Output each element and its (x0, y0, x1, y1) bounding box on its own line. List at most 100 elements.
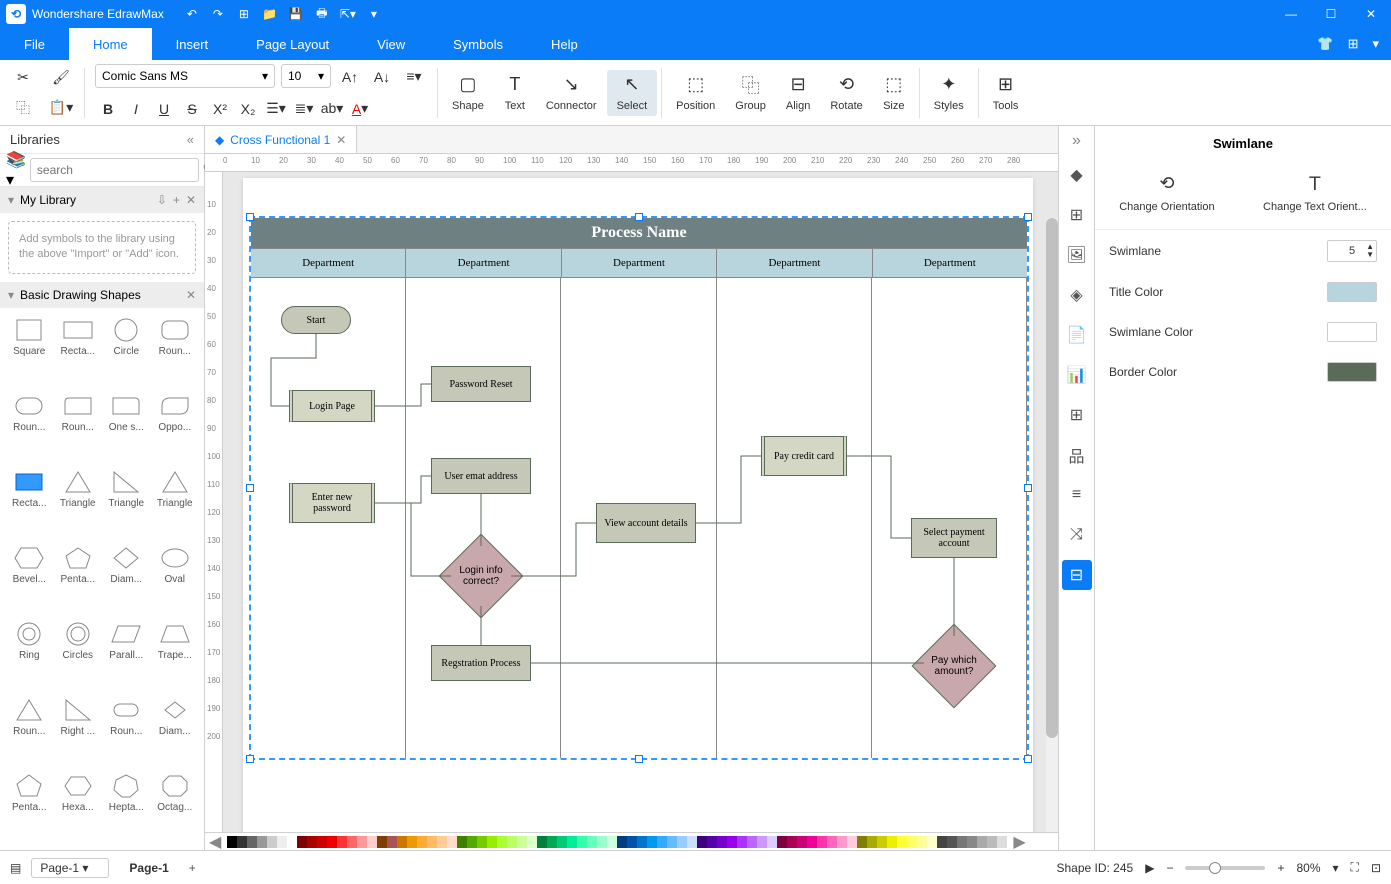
superscript-icon[interactable]: X² (207, 96, 233, 122)
size-tool[interactable]: ⬚Size (873, 70, 915, 116)
position-tool[interactable]: ⬚Position (666, 70, 725, 116)
color-swatch[interactable] (397, 836, 407, 848)
color-swatch[interactable] (757, 836, 767, 848)
document-tab[interactable]: ◆ Cross Functional 1 ✕ (205, 126, 357, 153)
shape-item[interactable]: Penta... (6, 770, 53, 844)
color-swatch[interactable] (357, 836, 367, 848)
color-swatch[interactable] (367, 836, 377, 848)
connector-tool[interactable]: ↘Connector (536, 70, 607, 116)
paste-icon[interactable]: 📋▾ (48, 95, 74, 121)
color-swatch[interactable] (527, 836, 537, 848)
underline-icon[interactable]: U (151, 96, 177, 122)
apps-icon[interactable]: ⊞ (1348, 36, 1359, 52)
color-swatch[interactable] (537, 836, 547, 848)
color-swatch[interactable] (617, 836, 627, 848)
basic-shapes-section[interactable]: ▾ Basic Drawing Shapes ✕ (0, 282, 204, 308)
swimlane-header[interactable]: Department (251, 249, 406, 277)
decrease-font-icon[interactable]: A↓ (369, 64, 395, 90)
color-swatch[interactable] (927, 836, 937, 848)
shape-item[interactable]: Triangle (103, 466, 150, 540)
color-swatch[interactable] (447, 836, 457, 848)
page-list-icon[interactable]: ▤ (10, 861, 21, 875)
color-swatch[interactable] (427, 836, 437, 848)
font-color-icon[interactable]: A▾ (347, 96, 373, 122)
shape-item[interactable]: Circle (103, 314, 150, 388)
zoom-level[interactable]: 80% (1296, 861, 1320, 875)
color-swatch[interactable] (477, 836, 487, 848)
grid-icon[interactable]: ⊞ (1062, 200, 1092, 230)
swimlane-header[interactable]: Department (562, 249, 717, 277)
library-menu-icon[interactable]: 📚▾ (6, 159, 26, 181)
color-swatch[interactable] (777, 836, 787, 848)
password-reset-shape[interactable]: Password Reset (431, 366, 531, 402)
shuffle-icon[interactable]: ⤨ (1062, 520, 1092, 550)
shape-item[interactable]: Oppo... (152, 390, 199, 464)
color-swatch[interactable] (607, 836, 617, 848)
layers-icon[interactable]: ◈ (1062, 280, 1092, 310)
increase-font-icon[interactable]: A↑ (337, 64, 363, 90)
color-swatch[interactable] (957, 836, 967, 848)
color-swatch[interactable] (557, 836, 567, 848)
shape-item[interactable]: Roun... (6, 694, 53, 768)
print-icon[interactable]: 🖶 (314, 6, 330, 22)
shape-item[interactable]: Roun... (103, 694, 150, 768)
color-swatch[interactable] (597, 836, 607, 848)
color-swatch[interactable] (737, 836, 747, 848)
more-icon[interactable]: ▾ (366, 6, 382, 22)
color-swatch[interactable] (947, 836, 957, 848)
collapse-right-icon[interactable]: » (1072, 132, 1081, 150)
enter-password-shape[interactable]: Enter new password (289, 483, 375, 523)
shape-item[interactable]: Ring (6, 618, 53, 692)
color-swatch[interactable] (507, 836, 517, 848)
color-swatch[interactable] (247, 836, 257, 848)
pay-credit-shape[interactable]: Pay credit card (761, 436, 847, 476)
selection-handle[interactable] (1024, 755, 1032, 763)
vertical-scrollbar[interactable] (1046, 218, 1058, 832)
close-section-icon[interactable]: ✕ (186, 288, 196, 302)
shape-item[interactable]: Roun... (6, 390, 53, 464)
menu-file[interactable]: File (0, 28, 69, 60)
color-swatch[interactable] (327, 836, 337, 848)
close-tab-icon[interactable]: ✕ (336, 133, 346, 147)
color-swatch[interactable] (297, 836, 307, 848)
color-swatch[interactable] (707, 836, 717, 848)
color-swatch[interactable] (497, 836, 507, 848)
login-page-shape[interactable]: Login Page (289, 390, 375, 422)
color-swatch[interactable] (807, 836, 817, 848)
shape-item[interactable]: Roun... (55, 390, 102, 464)
color-swatch[interactable] (307, 836, 317, 848)
swimlane-header[interactable]: Department (717, 249, 872, 277)
shape-item[interactable]: Recta... (6, 466, 53, 540)
menu-insert[interactable]: Insert (152, 28, 233, 60)
shape-item[interactable]: Roun... (152, 314, 199, 388)
color-swatch[interactable] (587, 836, 597, 848)
shape-item[interactable]: Hepta... (103, 770, 150, 844)
my-library-section[interactable]: ▾ My Library ⇩ + ✕ (0, 187, 204, 213)
shape-item[interactable]: Triangle (55, 466, 102, 540)
close-button[interactable]: ✕ (1351, 0, 1391, 28)
select-payment-shape[interactable]: Select payment account (911, 518, 997, 558)
shape-tool[interactable]: ▢Shape (442, 70, 494, 116)
color-swatch[interactable] (637, 836, 647, 848)
color-swatch[interactable] (917, 836, 927, 848)
menu-help[interactable]: Help (527, 28, 602, 60)
font-size-select[interactable]: 10▾ (281, 64, 331, 88)
title-color-swatch[interactable] (1327, 282, 1377, 302)
text-tool[interactable]: TText (494, 70, 536, 116)
scrollbar-thumb[interactable] (1046, 218, 1058, 738)
shape-item[interactable]: Bevel... (6, 542, 53, 616)
color-swatch[interactable] (227, 836, 237, 848)
color-swatch[interactable] (937, 836, 947, 848)
import-icon[interactable]: ⇩ (157, 193, 167, 207)
color-swatch[interactable] (267, 836, 277, 848)
fullscreen-icon[interactable]: ⊡ (1371, 861, 1381, 875)
selection-handle[interactable] (1024, 484, 1032, 492)
canvas[interactable]: Process Name Department Department Depar… (223, 172, 1058, 832)
color-swatch[interactable] (577, 836, 587, 848)
color-swatch[interactable] (887, 836, 897, 848)
color-swatch[interactable] (877, 836, 887, 848)
color-swatch[interactable] (457, 836, 467, 848)
save-icon[interactable]: 💾 (288, 6, 304, 22)
chart-icon[interactable]: 📊 (1062, 360, 1092, 390)
color-swatch[interactable] (747, 836, 757, 848)
